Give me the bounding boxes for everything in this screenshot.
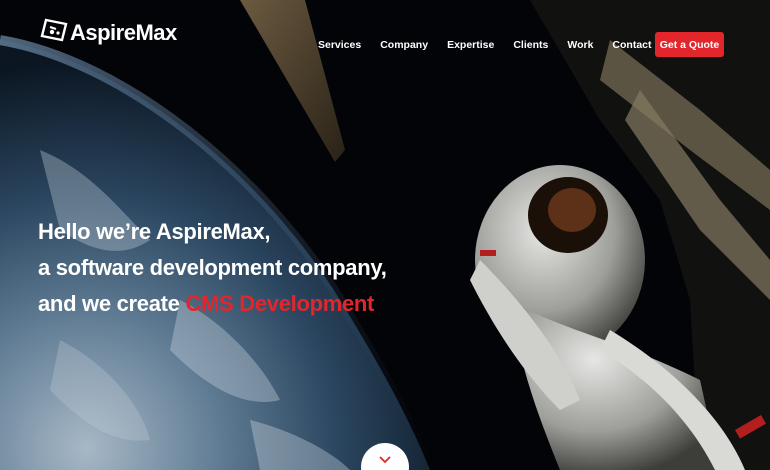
headline-line-2: a software development company, [38, 255, 387, 280]
nav-link-work[interactable]: Work [567, 38, 593, 52]
main-menu: Services Company Expertise Clients Work … [318, 38, 671, 52]
nav-link-clients[interactable]: Clients [513, 38, 548, 52]
headline-line-1: Hello we’re AspireMax, [38, 219, 271, 244]
headline-highlight: CMS Development [185, 291, 375, 316]
nav-link-services[interactable]: Services [318, 38, 361, 52]
headline-line-3-prefix: and we create [38, 291, 186, 316]
nav-link-expertise[interactable]: Expertise [447, 38, 494, 52]
aspiremax-logo-icon [40, 18, 68, 42]
hero-section: AspireMax Services Company Expertise Cli… [0, 0, 770, 470]
brand-name: AspireMax [70, 20, 177, 45]
brand-logo[interactable]: AspireMax [38, 18, 177, 44]
top-navigation: AspireMax Services Company Expertise Cli… [0, 0, 770, 90]
chevron-down-icon [379, 456, 391, 464]
nav-link-contact[interactable]: Contact [612, 38, 651, 52]
headline-line-3: and we create CMS Development [38, 286, 387, 322]
get-a-quote-button[interactable]: Get a Quote [655, 32, 724, 57]
nav-link-company[interactable]: Company [380, 38, 428, 52]
hero-headline: Hello we’re AspireMax, a software develo… [38, 214, 387, 322]
